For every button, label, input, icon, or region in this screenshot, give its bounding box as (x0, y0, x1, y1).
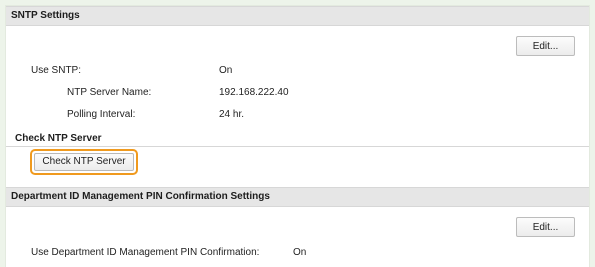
sntp-edit-button[interactable]: Edit... (516, 36, 575, 56)
check-ntp-server-button[interactable]: Check NTP Server (34, 153, 134, 171)
use-sntp-value: On (219, 65, 233, 76)
check-ntp-server-heading: Check NTP Server (15, 133, 102, 144)
ntp-server-name-label: NTP Server Name: (67, 87, 152, 98)
sntp-settings-header: SNTP Settings (6, 6, 589, 26)
department-pin-settings-header: Department ID Management PIN Confirmatio… (6, 187, 589, 207)
check-ntp-divider (6, 146, 589, 147)
department-edit-button[interactable]: Edit... (516, 217, 575, 237)
department-pin-label: Use Department ID Management PIN Confirm… (31, 247, 260, 258)
ntp-server-name-value: 192.168.222.40 (219, 87, 289, 98)
use-sntp-label: Use SNTP: (31, 65, 82, 76)
settings-panel: SNTP Settings Edit... Use SNTP: On NTP S… (6, 6, 589, 267)
check-ntp-highlight: Check NTP Server (30, 149, 138, 175)
department-pin-value: On (293, 247, 307, 258)
polling-interval-label: Polling Interval: (67, 109, 136, 120)
polling-interval-value: 24 hr. (219, 109, 245, 120)
